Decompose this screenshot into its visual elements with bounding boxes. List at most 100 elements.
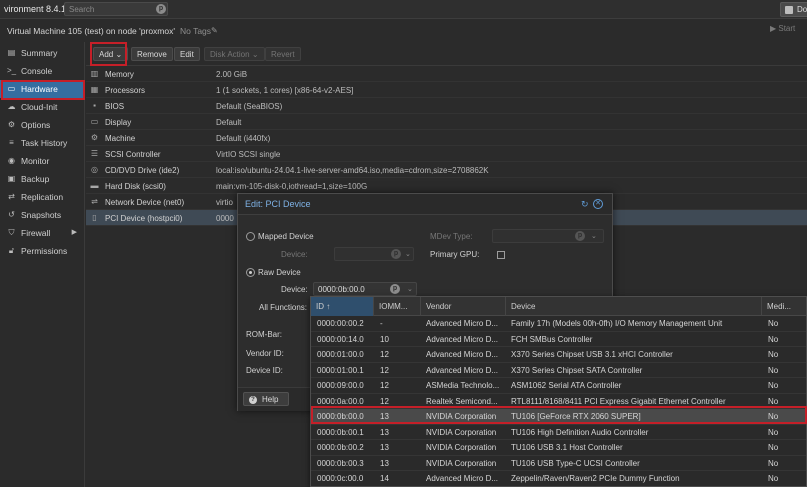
mapped-device-field-label: Device: — [281, 250, 308, 259]
sidebar-item-label: Firewall — [21, 228, 51, 238]
cell-id: 0000:01:00.0 — [317, 350, 364, 359]
chevron-down-icon[interactable]: ⌄ — [407, 285, 413, 293]
book-icon — [785, 6, 793, 14]
edit-button[interactable]: Edit — [174, 47, 200, 61]
sidebar-item-label: Console — [21, 66, 53, 76]
hardware-row-processors[interactable]: ▦ Processors 1 (1 sockets, 1 cores) [x86-6… — [86, 82, 807, 98]
documentation-button[interactable]: Doc — [780, 2, 807, 17]
hardware-row-scsi-controller[interactable]: ☰ SCSI Controller VirtIO SCSI single — [86, 146, 807, 162]
cell-vendor: Realtek Semicond... — [426, 396, 498, 406]
sidebar-item-task-history[interactable]: ≡ Task History — [0, 134, 85, 152]
sidebar-item-label: Monitor — [21, 156, 50, 166]
sidebar-item-summary[interactable]: ▤ Summary — [0, 44, 85, 62]
add-highlight-box — [90, 42, 127, 66]
sidebar-item-snapshots[interactable]: ↺ Snapshots — [0, 206, 85, 224]
documentation-label: Doc — [797, 5, 807, 14]
table-row[interactable]: 0000:01:00.0 12 Advanced Micro D... X370 Se… — [311, 347, 806, 363]
hardware-row-machine[interactable]: ⚙ Machine Default (i440fx) — [86, 130, 807, 146]
cell-vendor: Advanced Micro D... — [426, 334, 499, 344]
cell-iommu: 12 — [380, 396, 389, 406]
mdev-type-select[interactable] — [492, 229, 604, 243]
column-header-iommu[interactable]: IOMM... — [374, 297, 421, 316]
sidebar-item-label: Replication — [21, 192, 64, 202]
trigger-icon[interactable]: p — [390, 284, 400, 294]
hardware-name: Hard Disk (scsi0) — [105, 182, 166, 191]
sidebar-item-backup[interactable]: ▣ Backup — [0, 170, 85, 188]
cell-mdev: No — [768, 427, 779, 437]
table-row[interactable]: 0000:00:00.2 - Advanced Micro D... Family 1… — [311, 316, 806, 332]
table-row[interactable]: 0000:01:00.1 12 Advanced Micro D... X370 Se… — [311, 363, 806, 378]
close-icon[interactable]: ✕ — [593, 199, 603, 209]
cell-id: 0000:00:00.2 — [317, 319, 364, 328]
hardware-value: main:vm-105-disk-0,iothread=1,size=100G — [216, 182, 368, 191]
pencil-icon[interactable]: ✎ — [211, 26, 218, 35]
remove-button[interactable]: Remove — [131, 47, 173, 61]
cell-iommu: 12 — [380, 365, 389, 375]
cell-vendor: NVIDIA Corporation — [426, 458, 497, 468]
cell-device: TU106 High Definition Audio Controller — [511, 427, 649, 437]
all-functions-label: All Functions: — [259, 303, 308, 312]
table-row[interactable]: 0000:0b:00.3 13 NVIDIA Corporation TU106 US… — [311, 456, 806, 471]
raw-device-select[interactable]: 0000:0b:00.0 — [313, 282, 417, 296]
device-id-label: Device ID: — [246, 366, 283, 375]
refresh-icon[interactable]: ↻ — [581, 199, 589, 210]
sidebar-item-label: Summary — [21, 48, 58, 58]
mapped-device-radio[interactable] — [246, 232, 255, 241]
sidebar-item-cloud-init[interactable]: ☁ Cloud-Init — [0, 98, 85, 116]
cell-id: 0000:0b:00.1 — [317, 427, 364, 437]
column-header-device[interactable]: Device — [506, 297, 762, 316]
top-bar: vironment 8.4.1 Search p Doc — [0, 0, 807, 19]
question-icon: ? — [249, 396, 257, 404]
sidebar-item-label: Cloud-Init — [21, 102, 58, 112]
hardware-row-display[interactable]: ▭ Display Default — [86, 114, 807, 130]
table-row[interactable]: 0000:00:14.0 10 Advanced Micro D... FCH SMB… — [311, 332, 806, 347]
product-title: vironment 8.4.1 — [4, 4, 67, 14]
mapped-device-select[interactable] — [334, 247, 414, 261]
search-icon[interactable]: p — [156, 4, 166, 14]
cell-device: FCH SMBus Controller — [511, 334, 593, 344]
table-row[interactable]: 0000:0c:00.0 14 Advanced Micro D... Zeppeli… — [311, 471, 806, 486]
table-row[interactable]: 0000:0b:00.1 13 NVIDIA Corporation TU106 Hi… — [311, 425, 806, 440]
rom-bar-label: ROM-Bar: — [246, 330, 282, 339]
cell-vendor: Advanced Micro D... — [426, 319, 499, 328]
cell-mdev: No — [768, 443, 779, 452]
table-row[interactable]: 0000:0b:00.2 13 NVIDIA Corporation TU106 US… — [311, 440, 806, 456]
column-header-vendor[interactable]: Vendor — [421, 297, 506, 316]
trigger-icon: p — [575, 231, 585, 241]
sidebar-item-console[interactable]: >_ Console — [0, 62, 85, 80]
raw-device-radio[interactable] — [246, 268, 255, 277]
eye-icon: ◉ — [8, 156, 15, 165]
disk-action-button[interactable]: Disk Action ⌄ — [204, 47, 265, 61]
hardware-highlight-box — [1, 80, 85, 100]
hardware-value: VirtIO SCSI single — [216, 150, 281, 159]
hardware-name: Memory — [105, 70, 134, 79]
sidebar-item-monitor[interactable]: ◉ Monitor — [0, 152, 85, 170]
dialog-title: Edit: PCI Device — [245, 199, 311, 209]
gear-icon: ⚙ — [7, 120, 16, 129]
help-button[interactable]: ? Help — [243, 392, 289, 406]
search-input[interactable]: Search — [64, 2, 168, 16]
cell-vendor: NVIDIA Corporation — [426, 427, 497, 437]
column-header-mdev[interactable]: Medi... — [762, 297, 806, 316]
sidebar-item-replication[interactable]: ⇄ Replication — [0, 188, 85, 206]
column-header-id[interactable]: ID ↑ — [311, 297, 374, 316]
sidebar-item-firewall[interactable]: ⛉ Firewall ▶ — [0, 224, 85, 242]
revert-button[interactable]: Revert — [265, 47, 301, 61]
hardware-row-memory[interactable]: ▥ Memory 2.00 GiB — [86, 66, 807, 82]
table-row[interactable]: 0000:09:00.0 12 ASMedia Technolo... ASM1062… — [311, 378, 806, 394]
shield-icon: ⛉ — [8, 228, 15, 237]
sidebar-item-permissions[interactable]: 🔓︎ Permissions — [0, 242, 85, 260]
hardware-row-cd-dvd[interactable]: ◎ CD/DVD Drive (ide2) local:iso/ubuntu-24.… — [86, 162, 807, 178]
hardware-name: SCSI Controller — [105, 150, 161, 159]
sidebar-item-options[interactable]: ⚙ Options — [0, 116, 85, 134]
hardware-toolbar: Add ⌄ Remove Edit Disk Action ⌄ Revert — [86, 42, 807, 66]
hardware-row-hard-disk[interactable]: ▬ Hard Disk (scsi0) main:vm-105-disk-0,iot… — [86, 178, 807, 194]
expand-arrow-icon[interactable]: ▶ — [72, 228, 77, 236]
start-button[interactable]: ▶ Start — [770, 24, 795, 33]
history-icon: ↺ — [8, 210, 15, 219]
hardware-row-bios[interactable]: ▪ BIOS Default (SeaBIOS) — [86, 98, 807, 114]
primary-gpu-checkbox[interactable] — [497, 251, 505, 259]
raw-device-value: 0000:0b:00.0 — [318, 285, 365, 294]
trigger-icon: p — [391, 249, 401, 259]
network-icon: ⇌ — [91, 197, 98, 206]
